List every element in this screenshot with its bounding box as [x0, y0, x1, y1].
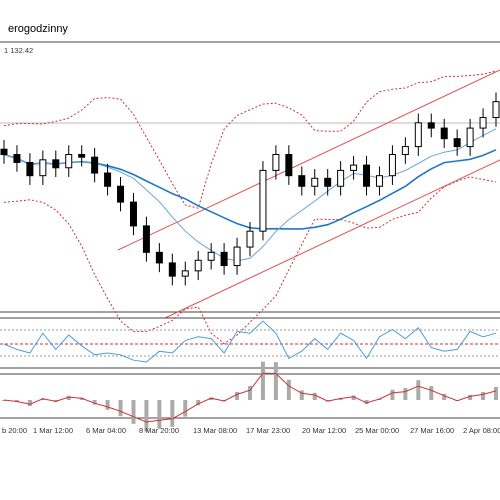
candle-body	[65, 154, 73, 169]
candle-body	[78, 154, 86, 158]
histogram-bar	[416, 380, 421, 400]
candle-body	[142, 225, 150, 253]
histogram-bar	[131, 400, 136, 424]
candle-body	[104, 172, 112, 187]
candle-body	[207, 251, 215, 261]
x-tick-label: 6 Mar 04:00	[86, 426, 126, 435]
candle-body	[117, 185, 125, 203]
candle-body	[427, 122, 435, 129]
candle-body	[479, 117, 487, 129]
histogram-bar	[494, 387, 498, 400]
x-tick-label: 17 Mar 23:00	[246, 426, 290, 435]
histogram-bar	[118, 400, 123, 417]
candle-body	[375, 175, 383, 187]
histogram-bar	[235, 392, 240, 400]
x-tick-label: 25 Mar 00:00	[355, 426, 399, 435]
price-info: 1 132.42	[4, 46, 33, 55]
x-tick-label: b 20:00	[2, 426, 27, 435]
x-tick-label: 27 Mar 16:00	[410, 426, 454, 435]
histogram-bar	[260, 361, 265, 400]
histogram-bar	[481, 392, 486, 400]
candle-body	[246, 230, 254, 248]
histogram-bar	[390, 389, 395, 400]
candle-body	[194, 259, 202, 272]
candle-body	[337, 169, 345, 187]
candle-body	[259, 169, 267, 232]
candle-body	[0, 148, 8, 156]
candle-body	[129, 201, 137, 227]
histogram-bar	[105, 400, 110, 410]
candle-body	[181, 270, 189, 277]
histogram-bar	[286, 379, 291, 400]
candle-body	[13, 154, 21, 163]
candle-body	[91, 156, 99, 174]
candle-body	[363, 164, 371, 187]
chart-title: erogodzinny	[8, 23, 68, 35]
candle-body	[350, 164, 358, 171]
histogram-bar	[468, 394, 473, 400]
candle-body	[401, 146, 409, 156]
candle-body	[311, 177, 319, 187]
candle-body	[388, 154, 396, 177]
price-chart: erogodzinny 1 132.42 b 20:00 1 Mar 12:00 6…	[0, 0, 500, 500]
x-tick-label: 13 Mar 08:00	[193, 426, 237, 435]
histogram-bar	[403, 388, 408, 400]
candle-body	[298, 175, 306, 187]
candle-body	[440, 127, 448, 140]
histogram-bar	[170, 400, 175, 427]
histogram-bar	[27, 400, 32, 407]
candle-body	[168, 262, 176, 277]
x-tick-label: 20 Mar 12:00	[302, 426, 346, 435]
histogram-bar	[157, 400, 162, 429]
x-tick-label: 1 Mar 12:00	[33, 426, 73, 435]
candle-body	[52, 159, 60, 169]
candle-body	[26, 161, 34, 177]
histogram-bar	[429, 386, 434, 400]
candle-body	[39, 159, 47, 177]
candle-body	[233, 246, 241, 267]
histogram-bar	[273, 362, 278, 400]
histogram-bar	[312, 392, 317, 400]
candle	[259, 161, 267, 241]
histogram-bar	[299, 390, 304, 400]
histogram-bar	[183, 400, 188, 417]
candle-body	[466, 127, 474, 148]
x-tick-label: 8 Mar 20:00	[139, 426, 179, 435]
candle-body	[155, 251, 163, 264]
x-tick-label: 2 Apr 08:00	[463, 426, 500, 435]
candle-body	[272, 154, 280, 171]
candle-body	[220, 251, 228, 267]
candle-body	[453, 138, 461, 148]
candle-body	[324, 177, 332, 187]
candle-body	[285, 154, 293, 177]
candle-body	[414, 122, 422, 148]
candle-body	[492, 101, 500, 119]
